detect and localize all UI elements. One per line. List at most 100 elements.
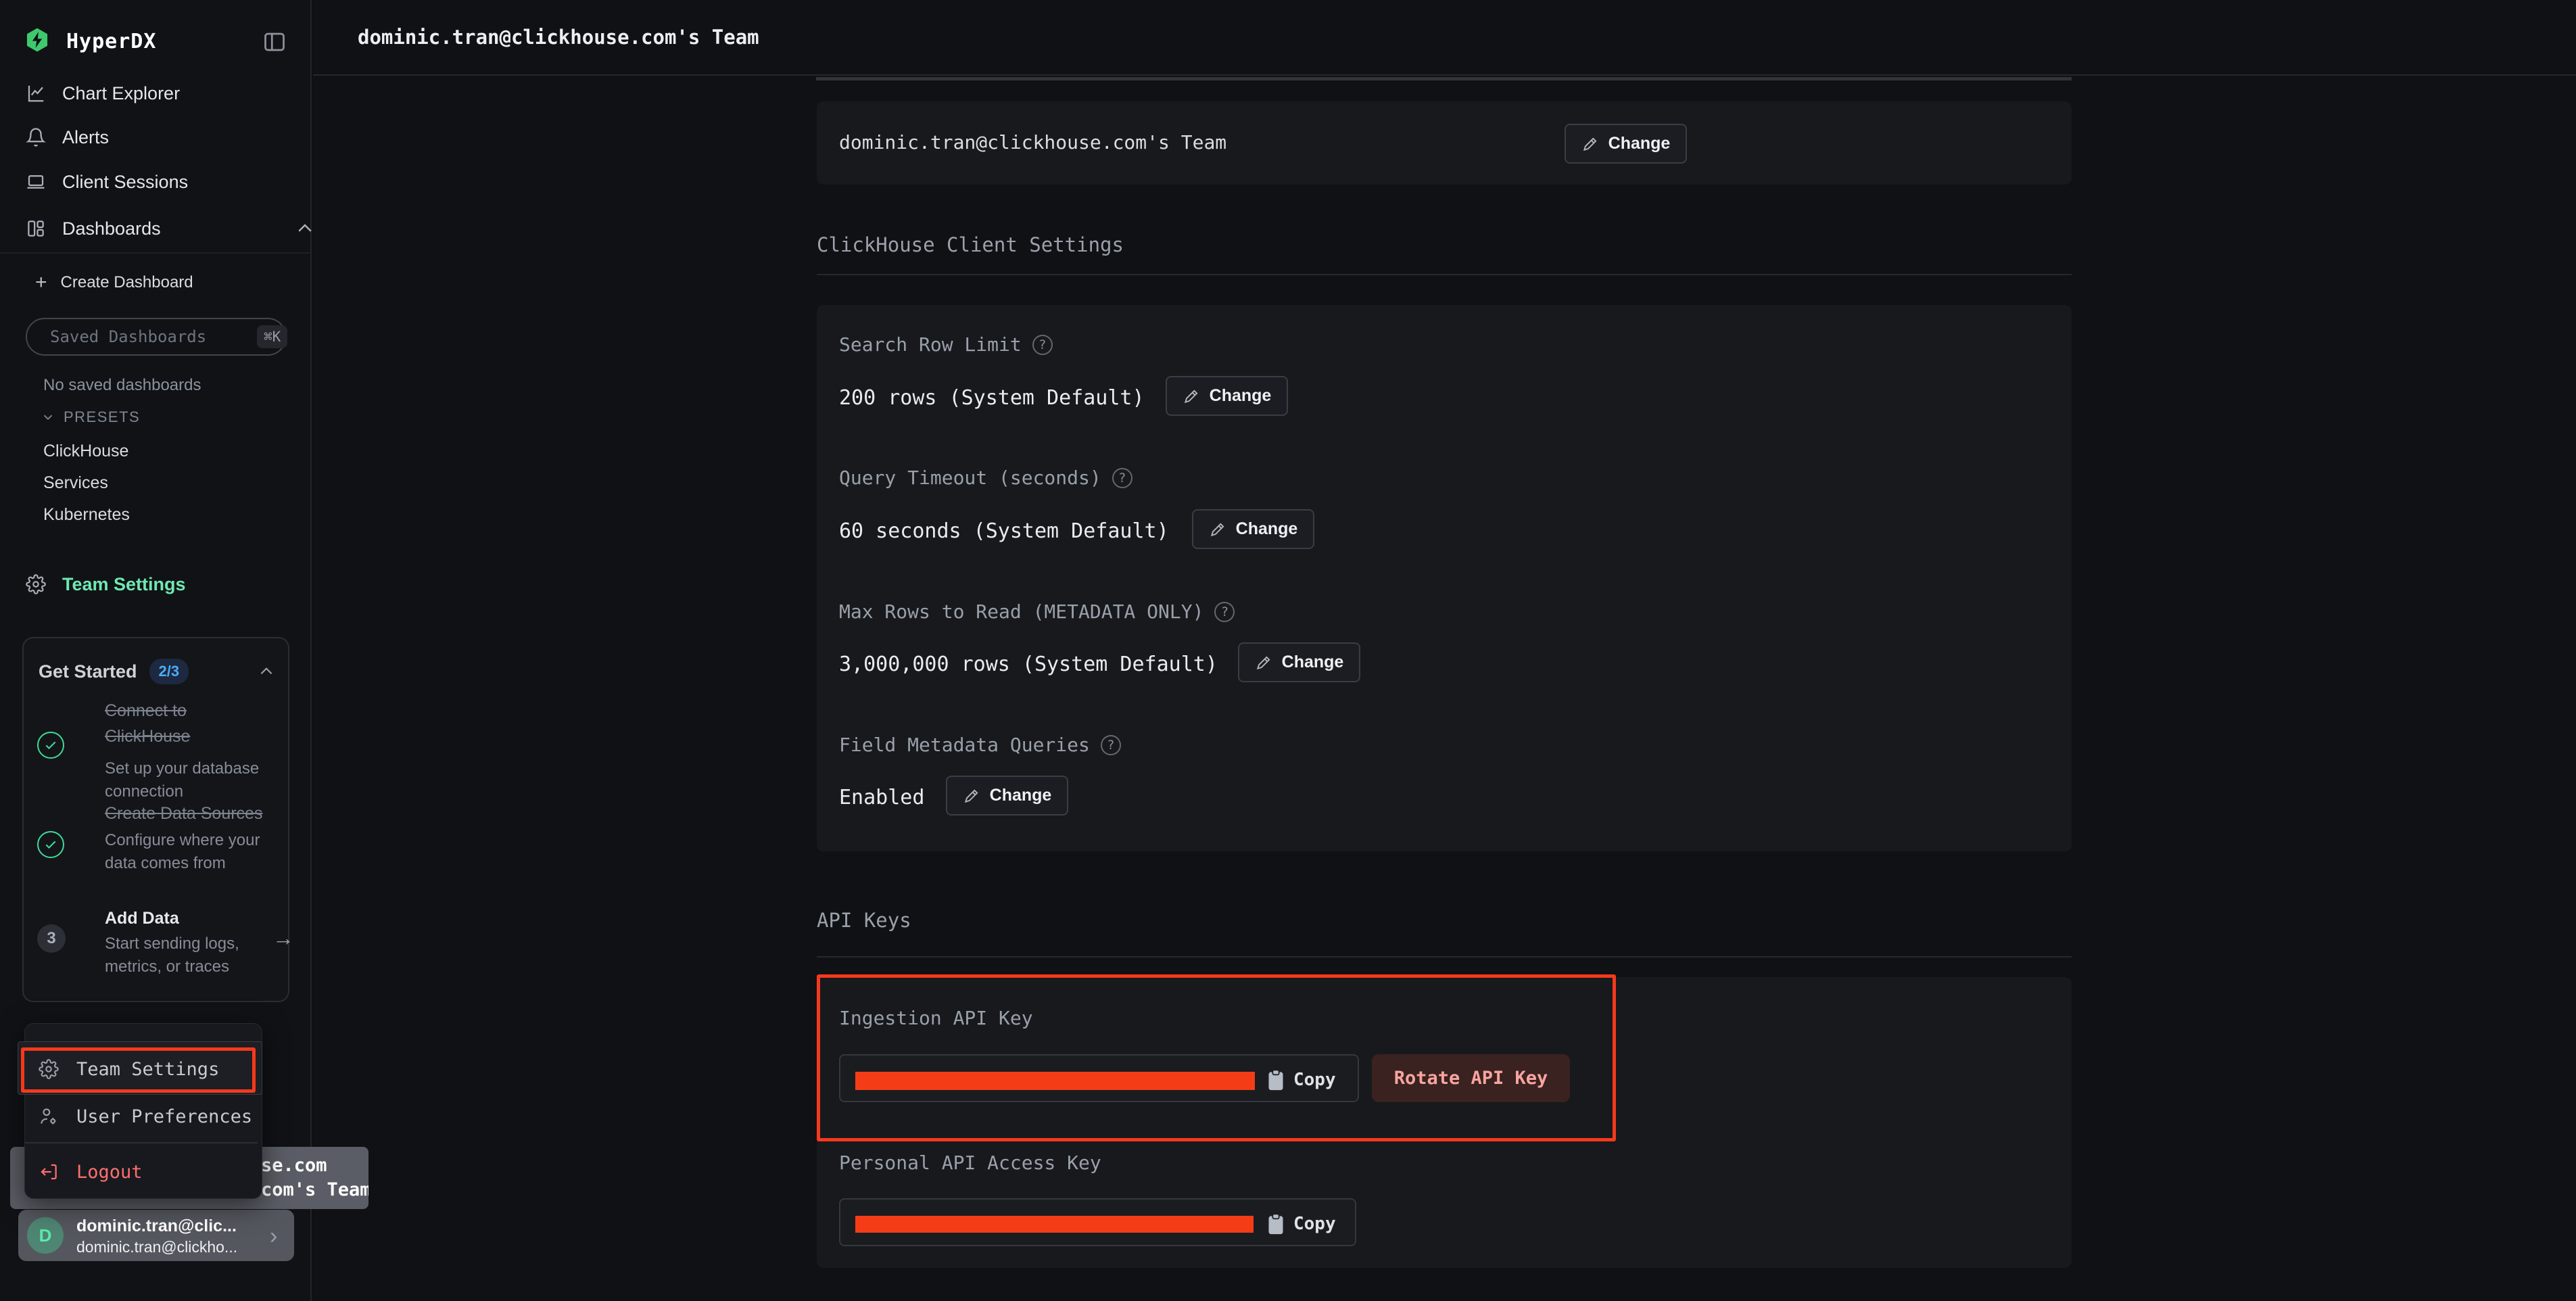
sidebar-item-alerts[interactable]: Alerts [26,124,109,151]
menu-divider [25,1142,258,1143]
section-divider [817,956,2072,957]
no-saved-dashboards-text: No saved dashboards [43,376,201,395]
setting-label-field-metadata: Field Metadata Queries ? [839,734,1121,756]
copy-ingestion-key-button[interactable]: Copy [1266,1065,1336,1095]
get-started-item-add-data[interactable]: 3 Add Data Start sending logs, metrics, … [37,905,281,987]
create-dashboard-button[interactable]: + Create Dashboard [35,270,193,295]
change-query-timeout-button[interactable]: Change [1192,509,1314,549]
sidebar-item-label: Chart Explorer [62,83,180,104]
ingestion-api-key-label: Ingestion API Key [839,1007,1033,1029]
clipboard-icon [1266,1068,1285,1091]
preset-kubernetes[interactable]: Kubernetes [43,505,130,525]
pencil-icon [1255,654,1272,671]
get-started-header[interactable]: Get Started 2/3 [39,659,275,684]
change-team-name-button[interactable]: Change [1565,124,1687,164]
gear-icon [26,574,46,594]
saved-dashboards-search[interactable]: ⌘K [26,318,287,356]
menu-item-logout[interactable]: Logout [39,1157,143,1187]
team-name-value: dominic.tran@clickhouse.com's Team [839,131,1226,153]
avatar: D [27,1217,64,1254]
help-icon[interactable]: ? [1032,335,1053,355]
scrolled-card-edge [816,77,2072,80]
get-started-title: Get Started [39,661,137,682]
api-keys-card: Ingestion API Key Copy Rotate API Key Pe… [817,977,2072,1268]
preset-clickhouse[interactable]: ClickHouse [43,442,128,461]
get-started-item-title: Create Data Sources [105,801,321,826]
menu-item-user-preferences[interactable]: User Preferences [39,1102,252,1131]
user-profile-button[interactable]: D dominic.tran@clic... dominic.tran@clic… [18,1210,294,1261]
team-settings-label: Team Settings [62,574,186,595]
sidebar-collapse-icon[interactable] [261,30,288,54]
preset-services[interactable]: Services [43,473,108,493]
logout-icon [39,1162,59,1182]
rotate-api-key-button[interactable]: Rotate API Key [1372,1054,1570,1102]
profile-subtitle: dominic.tran@clickho... [76,1238,237,1256]
menu-item-label: Team Settings [76,1059,219,1080]
plus-icon: + [35,273,47,293]
chevron-up-icon [258,663,275,680]
page-title: dominic.tran@clickhouse.com's Team [358,26,759,49]
sidebar-divider [0,252,312,254]
keyboard-shortcut-badge: ⌘K [257,325,287,348]
check-circle-icon [37,732,64,759]
setting-label-search-row-limit: Search Row Limit ? [839,333,1053,356]
personal-api-key-field: Copy [839,1198,1356,1246]
sidebar-item-dashboards[interactable]: Dashboards [26,215,161,242]
get-started-item-title: Add Data [105,905,270,931]
search-input[interactable] [50,327,257,346]
client-settings-card: Search Row Limit ? 200 rows (System Defa… [817,305,2072,851]
step-number-badge: 3 [37,924,66,953]
setting-label-max-rows: Max Rows to Read (METADATA ONLY) ? [839,600,1235,623]
hyperdx-logo-icon [23,27,51,53]
change-search-row-limit-button[interactable]: Change [1166,376,1288,416]
change-max-rows-button[interactable]: Change [1238,642,1360,682]
clipboard-icon [1266,1212,1285,1235]
help-icon[interactable]: ? [1101,735,1121,755]
setting-value-search-row-limit: 200 rows (System Default) [839,386,1145,410]
help-icon[interactable]: ? [1214,602,1235,622]
progress-badge: 2/3 [149,659,189,684]
user-gear-icon [39,1106,59,1127]
sidebar-item-client-sessions[interactable]: Client Sessions [26,168,188,195]
menu-item-label: Logout [76,1162,143,1183]
setting-value-query-timeout: 60 seconds (System Default) [839,519,1169,543]
sidebar-item-team-settings[interactable]: Team Settings [26,571,186,598]
app-title: HyperDX [66,30,156,53]
arrow-right-icon: → [272,926,294,951]
menu-item-team-settings[interactable]: Team Settings [39,1054,219,1084]
get-started-item-title: Connect to ClickHouse [105,698,270,749]
section-title-client-settings: ClickHouse Client Settings [817,233,1124,256]
get-started-item-sources[interactable]: Create Data Sources Configure where your… [37,801,281,919]
personal-api-key-label: Personal API Access Key [839,1152,1101,1174]
copy-personal-key-button[interactable]: Copy [1266,1209,1336,1239]
presets-toggle[interactable]: PRESETS [41,408,140,426]
menu-item-label: User Preferences [76,1106,252,1127]
setting-value-field-metadata: Enabled [839,786,924,809]
pencil-icon [963,787,980,805]
presets-label: PRESETS [64,408,140,426]
ingestion-api-key-field: Copy [839,1054,1359,1102]
gear-icon [39,1059,59,1079]
chevron-up-icon[interactable] [295,218,315,239]
setting-label-query-timeout: Query Timeout (seconds) ? [839,467,1132,489]
pencil-icon [1581,135,1599,153]
laptop-icon [26,172,46,192]
get-started-item-desc: Configure where your data comes from [105,829,277,875]
change-field-metadata-button[interactable]: Change [946,776,1068,815]
tooltip-line: se.com [261,1155,327,1176]
section-title-api-keys: API Keys [817,909,911,932]
page-header: dominic.tran@clickhouse.com's Team [313,0,2576,76]
tooltip-line: com's Team [261,1179,368,1200]
get-started-item-desc: Start sending logs, metrics, or traces [105,932,274,978]
pencil-icon [1209,521,1226,538]
redacted-api-key [855,1216,1254,1233]
main-content: dominic.tran@clickhouse.com's Team domin… [313,0,2576,1301]
sidebar-item-chart-explorer[interactable]: Chart Explorer [26,80,180,107]
account-menu: Team Settings User Preferences Logout [24,1023,262,1199]
redacted-api-key [855,1072,1255,1090]
help-icon[interactable]: ? [1112,468,1132,488]
bell-icon [26,127,46,147]
get-started-card: Get Started 2/3 Connect to ClickHouse Se… [22,637,289,1002]
sidebar-item-label: Alerts [62,127,109,148]
create-dashboard-label: Create Dashboard [61,273,193,292]
